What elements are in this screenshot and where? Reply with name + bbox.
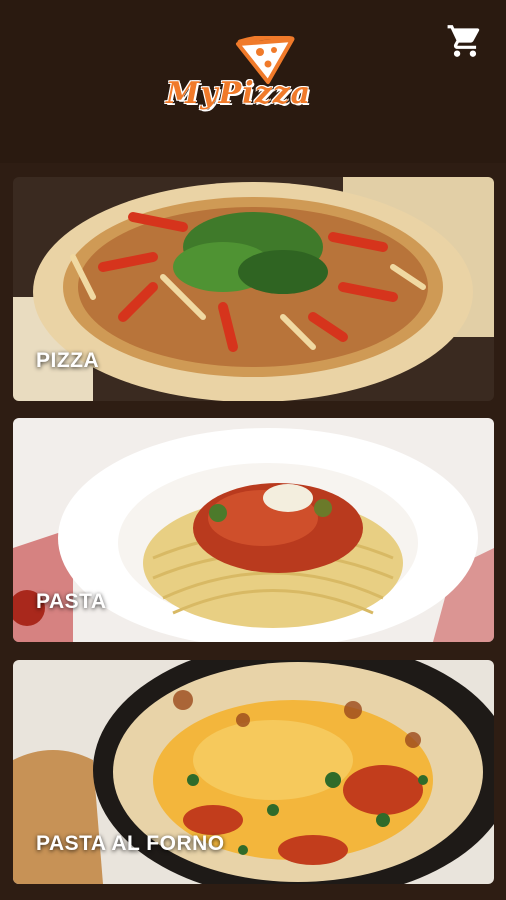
cart-button[interactable]: [446, 22, 484, 60]
category-label: PIZZA: [36, 349, 100, 372]
category-card-pasta[interactable]: PASTA: [13, 418, 494, 642]
category-label: PASTA: [36, 590, 107, 613]
app-header: MyPizza: [0, 0, 506, 163]
mypizza-logo: MyPizza: [160, 36, 340, 126]
category-card-pasta-al-forno[interactable]: PASTA AL FORNO: [13, 660, 494, 884]
category-label: PASTA AL FORNO: [36, 832, 225, 855]
category-card-pizza[interactable]: PIZZA: [13, 177, 494, 401]
logo-text: MyPizza: [166, 76, 312, 111]
shopping-cart-icon: [447, 25, 480, 57]
